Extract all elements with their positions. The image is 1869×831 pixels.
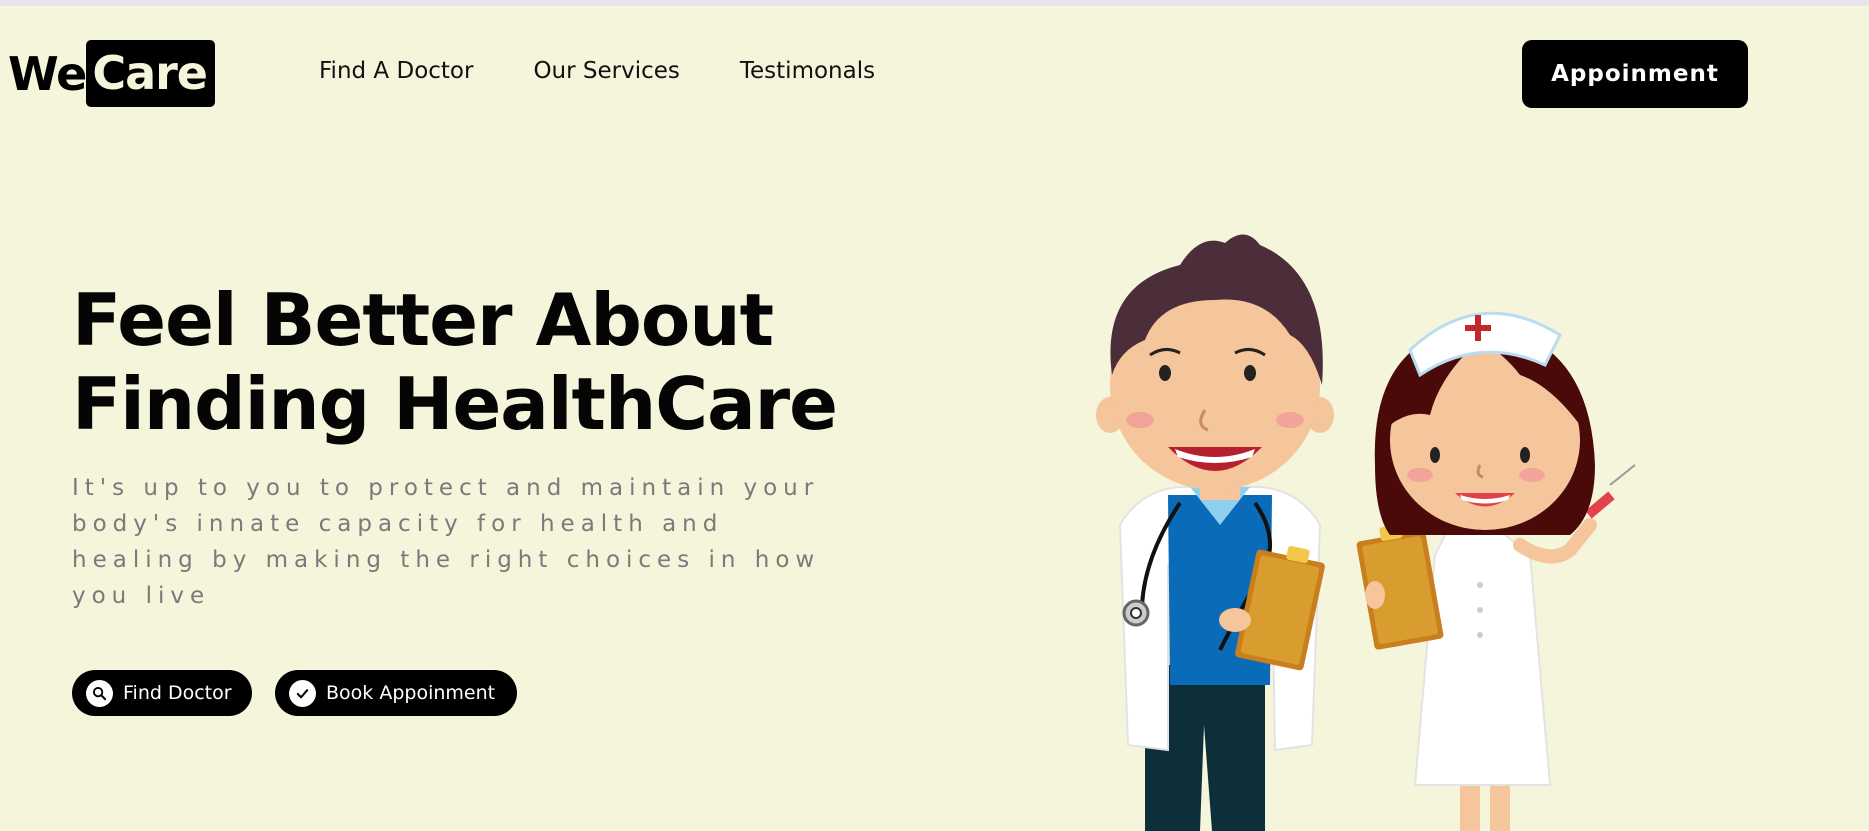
top-border (0, 0, 1869, 6)
hero-title: Feel Better About Finding HealthCare (72, 278, 932, 446)
nav-testimonials[interactable]: Testimonals (740, 58, 875, 84)
book-appointment-button[interactable]: Book Appoinment (275, 670, 517, 716)
hero-title-line1: Feel Better About (72, 278, 774, 362)
hero-subtitle: It's up to you to protect and maintain y… (72, 475, 821, 609)
hero-title-line2: Finding HealthCare (72, 362, 838, 446)
logo-we: We (8, 46, 87, 101)
book-appointment-label: Book Appoinment (326, 682, 496, 704)
nav-find-a-doctor[interactable]: Find A Doctor (319, 58, 473, 84)
nav-our-services[interactable]: Our Services (533, 58, 679, 84)
check-icon (289, 679, 316, 707)
appointment-button[interactable]: Appoinment (1522, 40, 1748, 108)
doctor-figure (1096, 234, 1334, 831)
logo[interactable]: We Care (8, 40, 215, 107)
nurse-figure (1356, 311, 1636, 831)
find-doctor-button[interactable]: Find Doctor (72, 670, 252, 716)
main-nav: Find A Doctor Our Services Testimonals (319, 58, 875, 84)
find-doctor-label: Find Doctor (123, 682, 232, 704)
logo-care: Care (86, 40, 215, 107)
doctor-nurse-illustration (1096, 234, 1636, 831)
search-icon (86, 679, 113, 707)
